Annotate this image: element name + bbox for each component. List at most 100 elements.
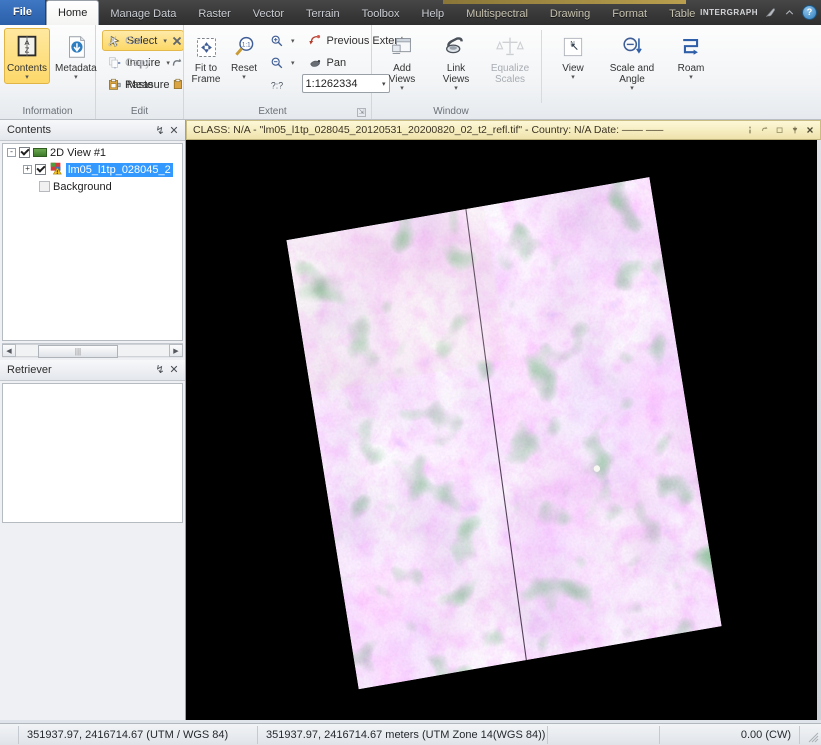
delete-x-icon — [169, 33, 185, 49]
contents-close-icon[interactable]: ✕ — [167, 123, 181, 137]
expander-icon[interactable]: + — [23, 165, 32, 174]
link-views-caret-icon[interactable]: ▾ — [454, 85, 458, 92]
extent-zoom-column: ▾ ▾ ?:? — [264, 28, 300, 95]
undo-arrow-icon — [169, 55, 185, 71]
contents-button-label: Contents — [7, 63, 48, 74]
collapse-ribbon-icon[interactable] — [783, 6, 796, 19]
zoom-in-caret-icon[interactable]: ▾ — [291, 37, 295, 45]
feather-icon[interactable] — [764, 6, 777, 19]
view-info-icon[interactable] — [742, 123, 757, 138]
copy-icon — [105, 55, 121, 71]
status-coords-map-text: 351937.97, 2416714.67 (UTM / WGS 84) — [27, 728, 229, 741]
view-button[interactable]: N View ▾ — [547, 28, 599, 84]
tab-drawing[interactable]: Drawing — [539, 3, 601, 25]
scale-and-angle-icon — [617, 32, 647, 62]
equalize-scales-button[interactable]: Equalize Scales — [484, 28, 536, 88]
equalize-scales-label: Equalize Scales — [490, 63, 530, 85]
metadata-caret-icon[interactable]: ▾ — [74, 74, 78, 81]
view-close-icon[interactable] — [802, 123, 817, 138]
ribbon-group-window: Add Views ▾ Link Views ▾ Equalize Scales… — [372, 25, 821, 119]
status-angle: 0.00 (CW) — [660, 725, 800, 744]
tab-manage-data[interactable]: Manage Data — [99, 3, 187, 25]
status-coords-map: 351937.97, 2416714.67 (UTM / WGS 84) — [18, 725, 258, 744]
scroll-right-arrow-icon[interactable]: ▶ — [169, 344, 183, 357]
retriever-content[interactable] — [2, 382, 183, 523]
tab-toolbox[interactable]: Toolbox — [351, 3, 411, 25]
contents-button[interactable]: A Z Contents ▾ — [4, 28, 51, 84]
scale-and-angle-button[interactable]: Scale and Angle ▾ — [601, 28, 663, 95]
fit-to-frame-label: Fit to Frame — [191, 63, 221, 85]
tab-home[interactable]: Home — [46, 0, 100, 25]
contents-caret-icon[interactable]: ▾ — [25, 74, 29, 81]
map-canvas[interactable] — [186, 140, 821, 720]
help-button[interactable]: ? — [802, 5, 817, 20]
zoom-out-caret-icon[interactable]: ▾ — [291, 59, 295, 67]
tab-format[interactable]: Format — [601, 3, 658, 25]
scroll-thumb[interactable]: ||| — [38, 345, 118, 358]
copy-label: Copy — [125, 56, 151, 69]
application-window: File Home Manage Data Raster Vector Terr… — [0, 0, 821, 745]
svg-text:?:?: ?:? — [271, 80, 283, 90]
tree-node-raster-layer[interactable]: + lm05_l1tp_028045_2 — [3, 161, 182, 178]
tree-checkbox[interactable] — [19, 147, 30, 158]
left-dock: Contents ↯ ✕ - 2D View #1 + lm05_l1tp_02… — [0, 120, 186, 720]
contents-pin-icon[interactable]: ↯ — [153, 123, 167, 137]
view-title-bar[interactable]: CLASS: N/A - "lm05_l1tp_028045_20120531_… — [186, 120, 821, 140]
paste-button[interactable]: Paste — [100, 74, 158, 95]
ribbon-tab-bar: File Home Manage Data Raster Vector Terr… — [0, 0, 821, 25]
scroll-left-arrow-icon[interactable]: ◀ — [2, 344, 16, 357]
tree-node-background[interactable]: Background — [3, 178, 182, 195]
resize-grip-icon[interactable] — [807, 731, 819, 743]
zoom-out-icon — [269, 55, 285, 71]
contents-panel-title: Contents — [7, 124, 52, 136]
extent-dialog-launcher[interactable]: ⇲ — [357, 108, 366, 117]
fit-to-frame-button[interactable]: Fit to Frame — [188, 28, 224, 88]
status-progress — [548, 725, 660, 744]
az-book-icon: A Z — [12, 32, 42, 62]
roam-button[interactable]: Roam ▾ — [665, 28, 717, 84]
copy-button[interactable]: Copy — [100, 52, 158, 73]
zoom-out-button[interactable]: ▾ — [264, 52, 300, 73]
link-views-icon — [441, 32, 471, 62]
tab-vector[interactable]: Vector — [242, 3, 295, 25]
left-dock-filler — [0, 524, 185, 720]
zoom-in-button[interactable]: ▾ — [264, 30, 300, 51]
tree-node-2d-view[interactable]: - 2D View #1 — [3, 144, 182, 161]
view-swatch-icon — [33, 148, 47, 157]
tab-multispectral[interactable]: Multispectral — [455, 3, 539, 25]
link-views-button[interactable]: Link Views ▾ — [430, 28, 482, 95]
scroll-track[interactable]: ||| — [16, 344, 169, 358]
contents-horizontal-scrollbar[interactable]: ◀ ||| ▶ — [2, 342, 183, 358]
add-views-label: Add Views — [388, 63, 416, 85]
ribbon: A Z Contents ▾ — [0, 25, 821, 120]
scale-and-angle-caret-icon[interactable]: ▾ — [630, 85, 634, 92]
view-caret-icon[interactable]: ▾ — [571, 74, 575, 81]
metadata-button[interactable]: Metadata ▾ — [52, 28, 100, 84]
scale-query-button[interactable]: ?:? — [264, 74, 300, 95]
view-link-icon[interactable] — [757, 123, 772, 138]
tree-checkbox[interactable] — [35, 164, 46, 175]
reset-button[interactable]: 1:1 Reset ▾ — [226, 28, 262, 84]
add-views-caret-icon[interactable]: ▾ — [400, 85, 404, 92]
tab-raster[interactable]: Raster — [187, 3, 241, 25]
add-views-button[interactable]: Add Views ▾ — [376, 28, 428, 95]
status-angle-text: 0.00 (CW) — [740, 728, 791, 741]
tab-help[interactable]: Help — [411, 3, 456, 25]
contents-panel-header: Contents ↯ ✕ — [0, 120, 185, 141]
tab-file[interactable]: File — [0, 0, 46, 25]
ribbon-group-edit: Cut Copy Paste Edit — [96, 25, 184, 119]
contents-tree[interactable]: - 2D View #1 + lm05_l1tp_028045_2 Backgr… — [2, 143, 183, 341]
main-area: Contents ↯ ✕ - 2D View #1 + lm05_l1tp_02… — [0, 120, 821, 720]
tree-checkbox[interactable] — [39, 181, 50, 192]
tab-terrain[interactable]: Terrain — [295, 3, 351, 25]
reset-caret-icon[interactable]: ▾ — [242, 74, 246, 81]
roam-caret-icon[interactable]: ▾ — [689, 74, 693, 81]
retriever-pin-icon[interactable]: ↯ — [153, 363, 167, 377]
expander-icon[interactable]: - — [7, 148, 16, 157]
retriever-close-icon[interactable]: ✕ — [167, 363, 181, 377]
view-restore-icon[interactable] — [772, 123, 787, 138]
reset-label: Reset — [230, 63, 258, 74]
fit-to-frame-icon — [191, 32, 221, 62]
cut-button[interactable]: Cut — [100, 30, 158, 51]
view-pin-icon[interactable] — [787, 123, 802, 138]
